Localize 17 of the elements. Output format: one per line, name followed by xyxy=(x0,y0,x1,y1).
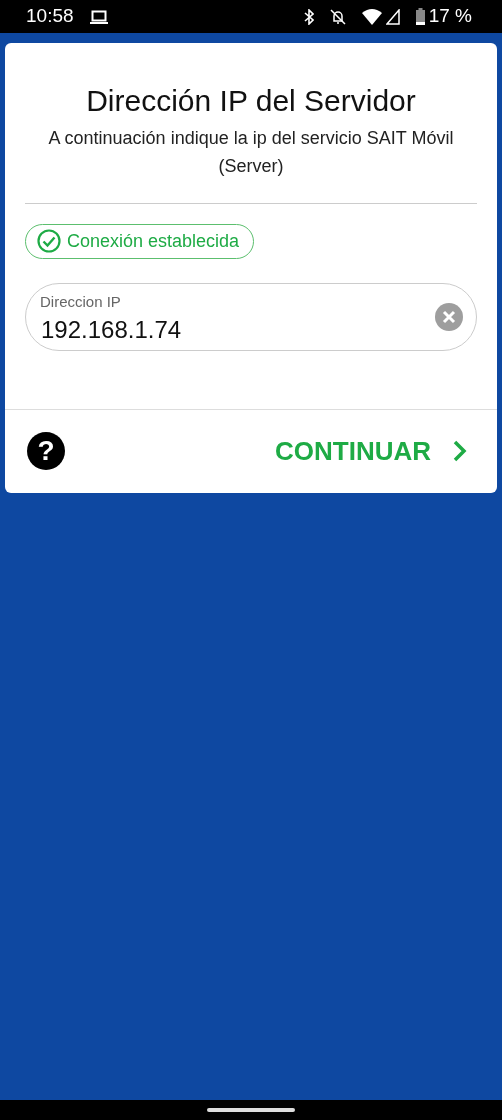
battery-icon xyxy=(415,8,425,25)
check-circle-icon xyxy=(37,229,61,254)
laptop-icon xyxy=(89,9,108,24)
status-text: Conexión establecida xyxy=(67,229,240,253)
field-label: Direccion IP xyxy=(40,293,121,311)
dialog-subtitle: A continuación indique la ip del servicio SAIT Móvil (Server) xyxy=(47,127,455,178)
clock: 10:58 xyxy=(26,4,74,29)
bluetooth-icon xyxy=(303,8,314,25)
chevron-right-icon xyxy=(453,440,467,463)
battery-level: 17 % xyxy=(428,4,472,29)
help-button[interactable]: ? xyxy=(27,432,65,471)
wifi-icon xyxy=(361,8,382,25)
signal-icon xyxy=(385,8,400,25)
home-indicator[interactable] xyxy=(207,1108,295,1112)
clear-icon[interactable] xyxy=(435,302,463,331)
muted-bell-icon xyxy=(329,8,346,25)
dialog-title: Dirección IP del Servidor xyxy=(85,83,417,119)
